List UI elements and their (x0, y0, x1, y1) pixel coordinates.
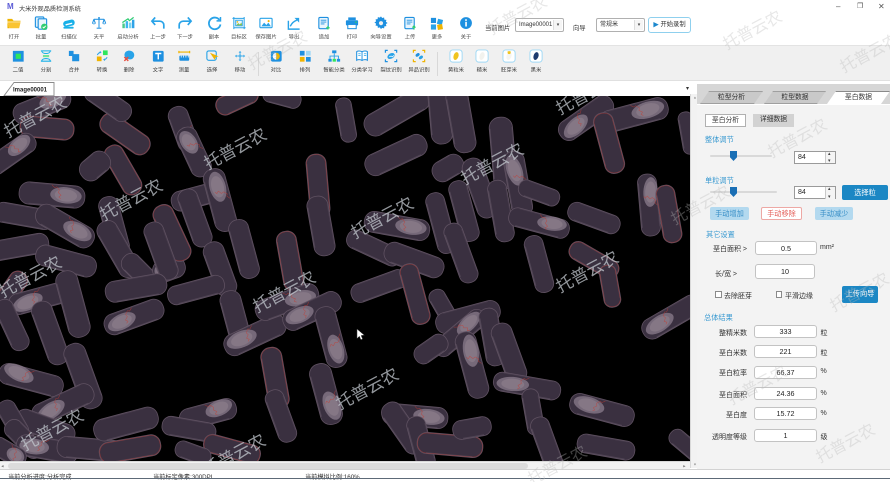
svg-text:托普云农: 托普云农 (201, 125, 270, 174)
svg-text:Image00001: Image00001 (13, 88, 48, 94)
